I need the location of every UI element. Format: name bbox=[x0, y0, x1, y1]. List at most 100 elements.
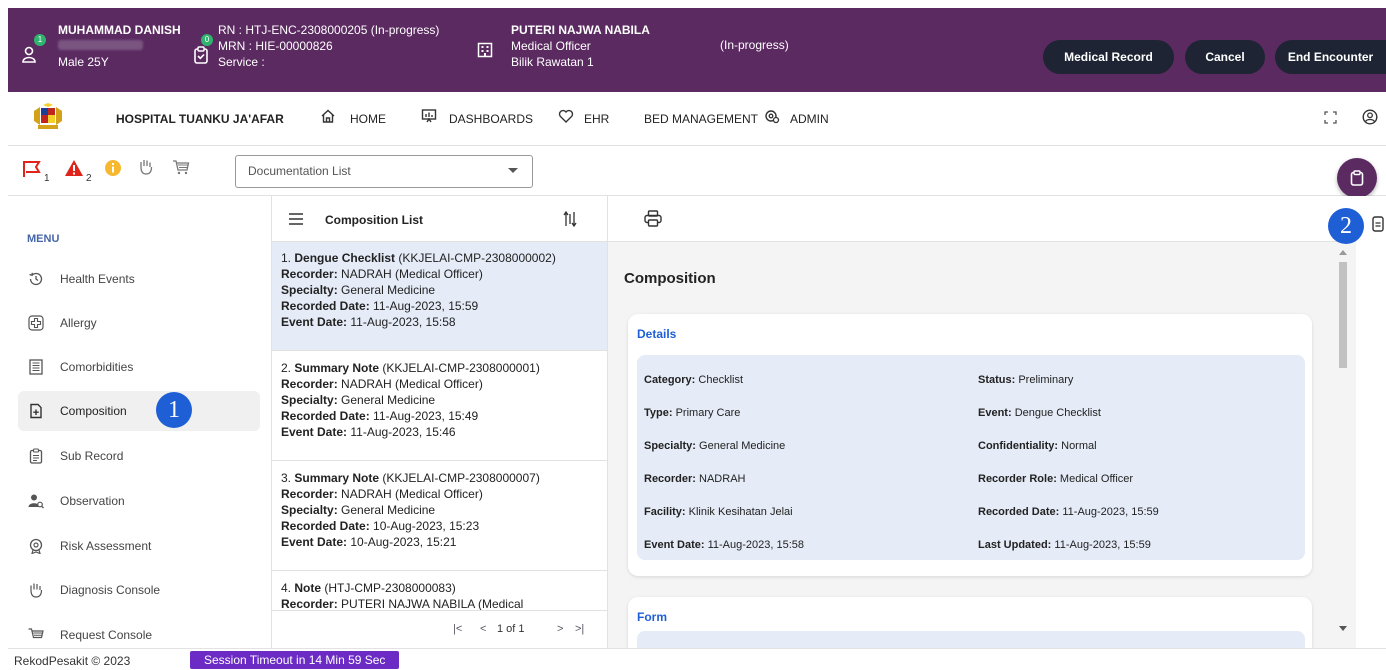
home-icon[interactable] bbox=[320, 108, 336, 124]
sidebar-item-observation[interactable]: Observation bbox=[18, 481, 260, 521]
admin-gear-icon[interactable] bbox=[764, 108, 780, 124]
first-page-icon[interactable]: |< bbox=[453, 623, 462, 635]
item-recorded-date: 11-Aug-2023, 15:59 bbox=[373, 299, 479, 313]
item-number: 2. bbox=[281, 361, 292, 375]
documentation-dropdown[interactable]: Documentation List bbox=[235, 155, 533, 188]
cancel-button[interactable]: Cancel bbox=[1185, 40, 1265, 74]
right-tool-strip bbox=[1356, 196, 1386, 648]
scroll-up-arrow[interactable] bbox=[1339, 250, 1347, 255]
composition-list-item[interactable]: 2. Summary Note (KKJELAI-CMP-2308000001)… bbox=[272, 352, 607, 461]
details-grid: Category: Checklist Type: Primary Care S… bbox=[637, 355, 1305, 560]
document-list-icon bbox=[29, 359, 43, 375]
flag-count: 1 bbox=[44, 173, 50, 184]
detail-specialty: Specialty: General Medicine bbox=[644, 440, 786, 452]
hand-icon[interactable] bbox=[138, 158, 154, 176]
event-date-label: Event Date: bbox=[281, 535, 348, 549]
encounter-badge: 0 bbox=[201, 34, 213, 46]
prev-page-icon[interactable]: < bbox=[480, 623, 486, 635]
item-recorded-date: 10-Aug-2023, 15:23 bbox=[373, 519, 480, 533]
session-timeout-badge: Session Timeout in 14 Min 59 Sec bbox=[190, 651, 400, 669]
item-code: (HTJ-CMP-2308000083) bbox=[324, 581, 456, 595]
sidebar-item-comorbidities[interactable]: Comorbidities bbox=[18, 347, 260, 387]
nav-admin[interactable]: ADMIN bbox=[790, 112, 829, 126]
dropdown-value: Documentation List bbox=[248, 164, 351, 178]
item-title: Note bbox=[294, 581, 322, 595]
clipboard-fab-button[interactable] bbox=[1337, 158, 1377, 198]
recorder-label: Recorder: bbox=[281, 597, 338, 610]
item-code: (KKJELAI-CMP-2308000001) bbox=[382, 361, 540, 375]
dashboard-icon[interactable] bbox=[421, 108, 437, 124]
recorded-date-label: Recorded Date: bbox=[281, 519, 370, 533]
history-icon bbox=[29, 272, 43, 286]
scroll-down-arrow[interactable] bbox=[1339, 626, 1347, 631]
page-indicator: 1 of 1 bbox=[497, 623, 525, 635]
nav-ehr[interactable]: EHR bbox=[584, 112, 609, 126]
fullscreen-icon[interactable] bbox=[1324, 111, 1337, 124]
detail-recorded-date: Recorded Date: 11-Aug-2023, 15:59 bbox=[978, 506, 1159, 518]
item-specialty: General Medicine bbox=[341, 283, 436, 297]
sidebar-item-risk-assessment[interactable]: Risk Assessment bbox=[18, 526, 260, 566]
sidebar-item-label: Risk Assessment bbox=[60, 539, 152, 553]
encounter-status: (In-progress) bbox=[720, 38, 789, 52]
sidebar-item-allergy[interactable]: Allergy bbox=[18, 303, 260, 343]
composition-list-header: Composition List bbox=[272, 196, 607, 242]
recorded-date-label: Recorded Date: bbox=[281, 299, 370, 313]
sidebar-item-diagnosis-console[interactable]: Diagnosis Console bbox=[18, 570, 260, 610]
item-event-date: 11-Aug-2023, 15:58 bbox=[350, 315, 456, 329]
cart-icon[interactable] bbox=[172, 159, 190, 175]
flag-icon[interactable] bbox=[22, 160, 42, 178]
building-icon bbox=[477, 42, 493, 58]
nav-dashboards[interactable]: DASHBOARDS bbox=[449, 112, 533, 126]
account-icon[interactable] bbox=[1362, 109, 1378, 125]
heart-icon[interactable] bbox=[558, 108, 574, 124]
person-icon bbox=[22, 46, 36, 63]
patient-sex-age: Male 25Y bbox=[58, 55, 109, 69]
sidebar-item-sub-record[interactable]: Sub Record bbox=[18, 436, 260, 476]
alert-count: 2 bbox=[86, 173, 92, 184]
last-page-icon[interactable]: >| bbox=[575, 623, 584, 635]
detail-type: Type: Primary Care bbox=[644, 407, 741, 419]
scrollbar-thumb[interactable] bbox=[1339, 262, 1347, 368]
detail-confidentiality: Confidentiality: Normal bbox=[978, 440, 1097, 452]
composition-list-item[interactable]: 4. Note (HTJ-CMP-2308000083) Recorder: P… bbox=[272, 572, 607, 610]
patient-banner: 1 MUHAMMAD DANISH Male 25Y 0 RN : HTJ-EN… bbox=[8, 8, 1386, 92]
nav-home[interactable]: HOME bbox=[350, 112, 386, 126]
clipboard-icon bbox=[1350, 170, 1364, 186]
end-encounter-button[interactable]: End Encounter bbox=[1275, 40, 1386, 74]
sidebar-item-composition[interactable]: Composition bbox=[18, 391, 260, 431]
medical-record-button[interactable]: Medical Record bbox=[1043, 40, 1174, 74]
composition-list-panel: Composition List 1. Dengue Checklist (KK… bbox=[272, 196, 608, 648]
item-number: 1. bbox=[281, 251, 292, 265]
medical-cross-icon bbox=[28, 315, 44, 331]
notes-icon[interactable] bbox=[1372, 216, 1384, 232]
hamburger-menu-icon[interactable] bbox=[289, 213, 303, 225]
hospital-name: HOSPITAL TUANKU JA'AFAR bbox=[116, 112, 284, 126]
detail-scrollbar[interactable] bbox=[1336, 250, 1350, 648]
item-number: 3. bbox=[281, 471, 292, 485]
chevron-down-icon bbox=[508, 168, 518, 173]
item-recorder: NADRAH (Medical Officer) bbox=[341, 377, 483, 391]
warning-icon[interactable] bbox=[64, 159, 84, 177]
sidebar-item-health-events[interactable]: Health Events bbox=[18, 259, 260, 299]
item-specialty: General Medicine bbox=[341, 503, 436, 517]
encounter-info: RN : HTJ-ENC-2308000205 (In-progress) MR… bbox=[218, 22, 439, 70]
person-search-icon bbox=[28, 494, 44, 509]
composition-list-item[interactable]: 1. Dengue Checklist (KKJELAI-CMP-2308000… bbox=[272, 242, 607, 351]
sidebar-item-label: Sub Record bbox=[60, 449, 124, 463]
next-page-icon[interactable]: > bbox=[557, 623, 563, 635]
doctor-role: Medical Officer bbox=[511, 39, 591, 53]
composition-list-title: Composition List bbox=[325, 213, 423, 227]
detail-header bbox=[608, 196, 1356, 242]
top-navigation: HOSPITAL TUANKU JA'AFAR HOME DASHBOARDS … bbox=[8, 92, 1386, 146]
detail-recorder-role: Recorder Role: Medical Officer bbox=[978, 473, 1134, 485]
patient-info: MUHAMMAD DANISH Male 25Y bbox=[58, 22, 181, 70]
info-icon[interactable] bbox=[104, 159, 122, 177]
nav-bed-management[interactable]: BED MANAGEMENT bbox=[644, 112, 758, 126]
sidebar-item-label: Diagnosis Console bbox=[60, 583, 161, 597]
item-event-date: 10-Aug-2023, 15:21 bbox=[350, 535, 457, 549]
detail-event: Event: Dengue Checklist bbox=[978, 407, 1101, 419]
print-icon[interactable] bbox=[644, 210, 662, 227]
sort-filter-icon[interactable] bbox=[563, 211, 577, 227]
composition-title: Composition bbox=[624, 270, 716, 287]
composition-list-item[interactable]: 3. Summary Note (KKJELAI-CMP-2308000007)… bbox=[272, 462, 607, 571]
